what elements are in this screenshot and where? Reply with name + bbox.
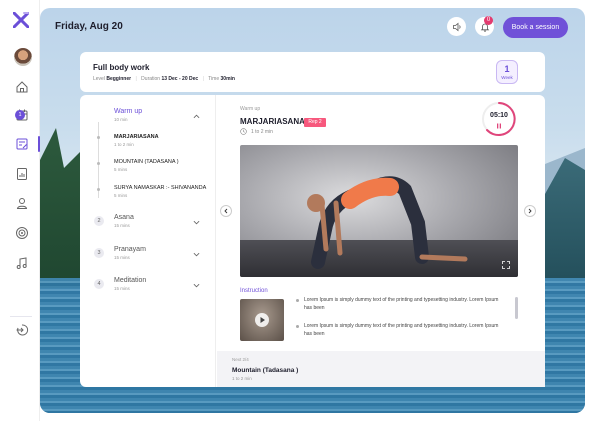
program-title: Full body work [93,63,150,72]
countdown-ring [482,102,516,136]
substep-dot [97,136,100,139]
time-label: Time [208,76,220,82]
instruction-item: Lorem Ipsum is simply dummy text of the … [304,323,499,337]
next-button[interactable] [524,205,536,217]
sound-button[interactable] [447,17,466,36]
step-number: 3 [94,248,104,258]
instruction-scrollbar[interactable] [515,297,518,319]
timer-value: 05:10 [490,112,508,119]
logout-icon[interactable] [15,323,29,337]
chevron-up-icon[interactable] [193,113,200,120]
step-number: 4 [94,279,104,289]
step-duration: 15 mins [114,255,130,260]
app-logo-icon[interactable] [13,12,29,28]
user-icon[interactable] [15,196,29,210]
step-title[interactable]: Meditation [114,277,146,284]
step-title[interactable]: Asana [114,214,134,221]
instruction-title: Instruction [240,288,268,294]
step-duration: 10 min [114,117,128,122]
book-session-button[interactable]: Book a session [503,17,568,38]
week-number: 1 [504,64,510,74]
step-title[interactable]: Warm up [114,108,142,115]
page-date: Friday, Aug 20 [55,21,123,32]
substep-title[interactable]: SURYA NAMASKAR :- SHIVANANDA [114,185,206,191]
program-card: Full body work Level Begginner | Duratio… [80,52,545,92]
fullscreen-icon[interactable] [502,261,510,269]
bullet [296,325,299,328]
substep-dot [97,162,100,165]
previous-button[interactable] [220,205,232,217]
substep-time: 5 mins [114,167,128,172]
avatar[interactable] [14,48,32,66]
week-badge[interactable]: 1 Week [496,60,518,84]
duration-value: 13 Dec - 20 Dec [161,76,199,82]
report-icon[interactable] [15,167,29,181]
target-icon[interactable] [15,226,29,240]
next-title: Mountain (Tadasana ) [232,367,299,374]
next-label: Next 2/4 [232,357,249,362]
next-time: 1 to 2 min [232,376,252,381]
music-icon[interactable] [15,256,29,270]
substep-title[interactable]: MOUNTAIN (TADASANA ) [114,159,179,165]
bullet [296,299,299,302]
step-duration: 15 mins [114,286,130,291]
time-value: 30min [220,76,235,82]
sidebar-divider [10,316,32,317]
week-label: Week [501,75,513,80]
play-icon[interactable] [255,313,269,327]
chevron-down-icon[interactable] [193,282,200,289]
substep-time: 5 mins [114,193,128,198]
program-meta: Level Begginner | Duration 13 Dec - 20 D… [93,76,235,82]
step-duration: 15 mins [114,223,130,228]
pose-name: MARJARIASANA [240,117,305,126]
exercise-video[interactable] [240,145,518,277]
home-icon[interactable] [15,80,29,94]
pose-duration: 1 to 2 min [251,129,273,135]
speaker-icon [452,22,460,31]
chevron-right-icon [528,208,532,214]
level-value: Begginner [106,76,132,82]
clock-icon [240,128,247,135]
pause-icon[interactable] [496,123,502,129]
section-label: Warm up [240,106,261,112]
substep-time: 1 to 2 min [114,142,134,147]
step-connector [98,122,99,198]
substep-title[interactable]: MARJARIASANA [114,134,159,140]
chevron-left-icon [224,208,228,214]
sidebar [0,0,40,421]
edit-list-icon[interactable] [15,137,29,151]
substep-dot [97,188,100,191]
duration-label: Duration [141,76,161,82]
level-label: Level [93,76,105,82]
instruction-item: Lorem Ipsum is simply dummy text of the … [304,297,499,311]
rep-badge: Rep 2 [304,118,326,127]
chevron-down-icon[interactable] [193,219,200,226]
step-number: 2 [94,216,104,226]
notification-badge: 0 [484,16,493,25]
step-number: 1 [15,110,25,120]
chevron-down-icon[interactable] [193,251,200,258]
step-title[interactable]: Pranayam [114,246,146,253]
